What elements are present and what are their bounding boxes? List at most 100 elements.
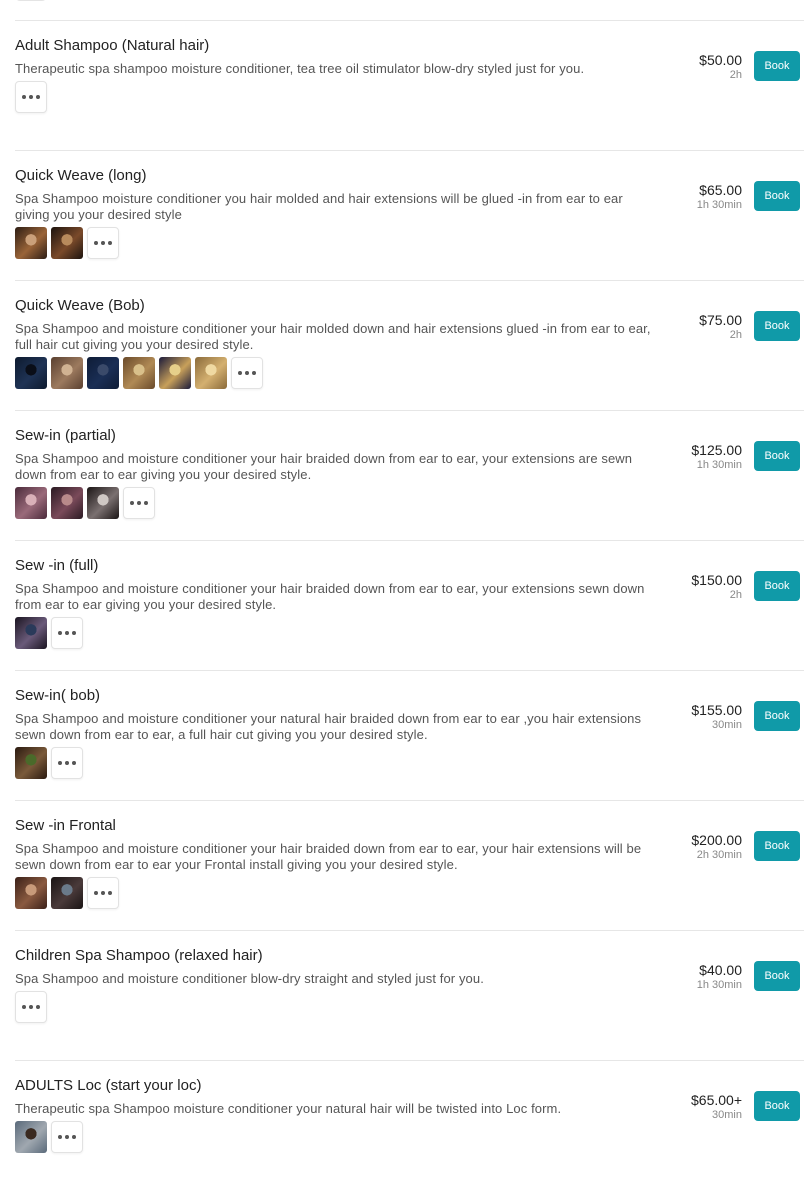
dot (36, 1005, 40, 1009)
dot (36, 95, 40, 99)
service-price: $155.00 (691, 702, 742, 718)
previous-item-more-button[interactable] (15, 0, 47, 1)
service-price: $200.00 (691, 832, 742, 848)
service-price: $150.00 (691, 572, 742, 588)
service-info: Adult Shampoo (Natural hair) Therapeutic … (15, 37, 655, 113)
service-photo-thumbnail[interactable] (15, 877, 47, 909)
service-duration: 1h 30min (696, 979, 742, 991)
more-dots-icon[interactable] (87, 227, 119, 259)
service-info: Sew -in (full) Spa Shampoo and moisture c… (15, 557, 655, 649)
service-photo-thumbnail[interactable] (51, 487, 83, 519)
more-dots-icon[interactable] (51, 617, 83, 649)
service-photo-thumbnail[interactable] (87, 487, 119, 519)
service-info: Quick Weave (Bob) Spa Shampoo and moistur… (15, 297, 655, 389)
service-name: ADULTS Loc (start your loc) (15, 1077, 202, 1094)
more-dots-icon[interactable] (51, 1121, 83, 1153)
service-duration: 1h 30min (696, 459, 742, 471)
service-info: Quick Weave (long) Spa Shampoo moisture c… (15, 167, 655, 259)
service-photo-thumbnail[interactable] (15, 1121, 47, 1153)
book-button[interactable]: Book (754, 311, 800, 341)
service-price: $50.00 (699, 52, 742, 68)
more-dots-icon[interactable] (231, 357, 263, 389)
service-photo-thumbnail[interactable] (15, 357, 47, 389)
service-description: Spa Shampoo and moisture conditioner you… (15, 581, 645, 612)
service-photo-strip (15, 487, 655, 519)
service-photo-strip (15, 357, 655, 389)
dot (58, 761, 62, 765)
service-price: $40.00 (699, 962, 742, 978)
dot (94, 891, 98, 895)
dot (137, 501, 141, 505)
service-row: Children Spa Shampoo (relaxed hair) Spa S… (15, 930, 804, 1060)
service-row: Sew -in (full) Spa Shampoo and moisture c… (15, 540, 804, 670)
book-button[interactable]: Book (754, 831, 800, 861)
book-button[interactable]: Book (754, 701, 800, 731)
service-photo-thumbnail[interactable] (15, 747, 47, 779)
service-photo-thumbnail[interactable] (51, 877, 83, 909)
service-duration: 30min (712, 1109, 742, 1121)
price-block: $200.00 2h 30min (691, 832, 742, 862)
service-photo-thumbnail[interactable] (15, 617, 47, 649)
dot (29, 95, 33, 99)
service-row: Quick Weave (long) Spa Shampoo moisture c… (15, 150, 804, 280)
dot (72, 761, 76, 765)
book-button[interactable]: Book (754, 961, 800, 991)
price-block: $65.00+ 30min (691, 1092, 742, 1122)
dot (108, 891, 112, 895)
service-photo-thumbnail[interactable] (15, 227, 47, 259)
service-info: Children Spa Shampoo (relaxed hair) Spa S… (15, 947, 655, 1023)
dot (108, 241, 112, 245)
service-photo-thumbnail[interactable] (51, 227, 83, 259)
service-price: $65.00+ (691, 1092, 742, 1108)
service-name: Quick Weave (long) (15, 167, 147, 184)
service-info: ADULTS Loc (start your loc) Therapeutic s… (15, 1077, 655, 1153)
more-dots-icon[interactable] (87, 877, 119, 909)
dot (245, 371, 249, 375)
book-button[interactable]: Book (754, 181, 800, 211)
service-photo-thumbnail[interactable] (159, 357, 191, 389)
service-duration: 2h 30min (696, 849, 742, 861)
more-dots-icon[interactable] (15, 81, 47, 113)
service-info: Sew -in Frontal Spa Shampoo and moisture … (15, 817, 655, 909)
dot (29, 1005, 33, 1009)
service-photo-strip (15, 617, 655, 649)
service-description: Spa Shampoo and moisture conditioner you… (15, 841, 642, 872)
service-name: Sew -in (full) (15, 557, 99, 574)
book-button[interactable]: Book (754, 51, 800, 81)
service-photo-thumbnail[interactable] (123, 357, 155, 389)
dot (72, 631, 76, 635)
service-row: Sew -in Frontal Spa Shampoo and moisture … (15, 800, 804, 930)
service-duration: 2h (729, 329, 742, 341)
service-photo-strip (15, 991, 655, 1023)
service-info: Sew-in (partial) Spa Shampoo and moisture… (15, 427, 655, 519)
dot (22, 1005, 26, 1009)
service-row: Adult Shampoo (Natural hair) Therapeutic … (15, 20, 804, 150)
dot (65, 631, 69, 635)
service-photo-thumbnail[interactable] (15, 487, 47, 519)
service-photo-strip (15, 227, 655, 259)
service-name: Sew -in Frontal (15, 817, 116, 834)
service-row: Sew-in( bob) Spa Shampoo and moisture con… (15, 670, 804, 800)
book-button[interactable]: Book (754, 1091, 800, 1121)
price-block: $125.00 1h 30min (691, 442, 742, 472)
service-description: Spa Shampoo and moisture conditioner you… (15, 451, 633, 482)
more-dots-icon[interactable] (51, 747, 83, 779)
dot (58, 1135, 62, 1139)
service-duration: 2h (729, 589, 742, 601)
service-info: Sew-in( bob) Spa Shampoo and moisture con… (15, 687, 655, 779)
more-dots-icon[interactable] (123, 487, 155, 519)
service-photo-thumbnail[interactable] (87, 357, 119, 389)
service-row: Sew-in (partial) Spa Shampoo and moisture… (15, 410, 804, 540)
service-photo-strip (15, 747, 655, 779)
price-block: $50.00 2h (699, 52, 742, 82)
book-button[interactable]: Book (754, 441, 800, 471)
dot (58, 631, 62, 635)
service-description: Spa Shampoo moisture conditioner you hai… (15, 191, 623, 222)
dot (144, 501, 148, 505)
service-photo-thumbnail[interactable] (51, 357, 83, 389)
service-photo-thumbnail[interactable] (195, 357, 227, 389)
more-dots-icon[interactable] (15, 991, 47, 1023)
book-button[interactable]: Book (754, 571, 800, 601)
service-price: $65.00 (699, 182, 742, 198)
service-description: Spa Shampoo and moisture conditioner you… (15, 711, 642, 742)
